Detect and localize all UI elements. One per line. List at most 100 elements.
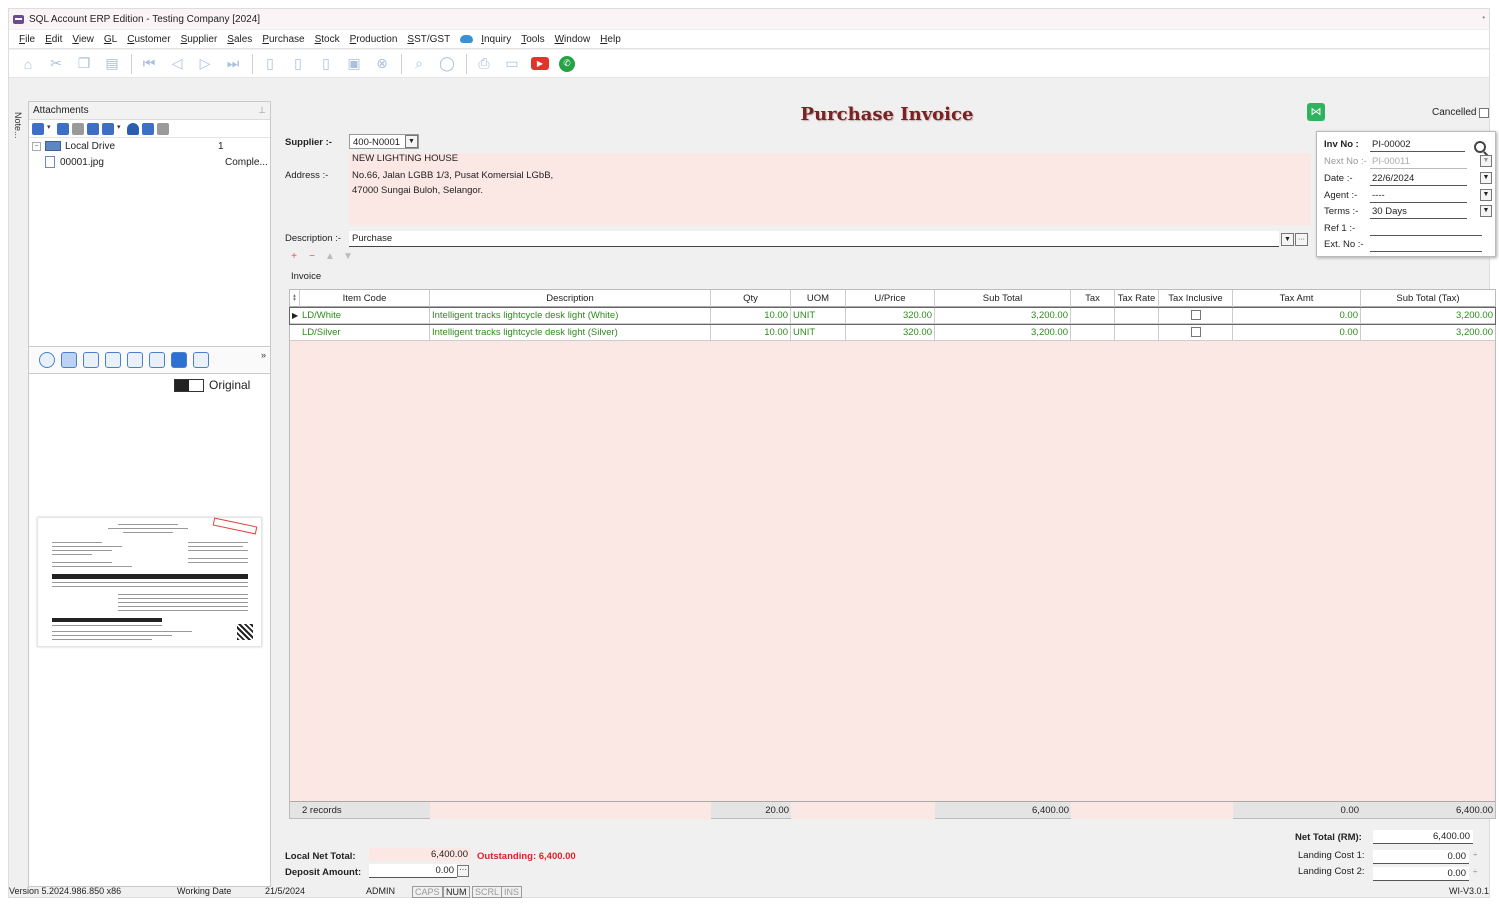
chevron-down-icon[interactable]: ▼ [1480, 172, 1492, 184]
cell-tax-rate[interactable] [1115, 308, 1159, 324]
menu-help[interactable]: Help [600, 34, 621, 45]
new-attachment-icon[interactable] [57, 122, 69, 135]
cell-qty[interactable]: 10.00 [711, 308, 791, 324]
preview-icon[interactable]: ▭ [503, 55, 521, 73]
chevron-down-icon[interactable]: ▼ [1480, 189, 1492, 201]
cell-sub-total[interactable]: 3,200.00 [935, 308, 1071, 324]
cell-tax-inclusive[interactable] [1159, 308, 1233, 324]
first-record-icon[interactable]: ⏮ [140, 55, 158, 73]
crop-icon[interactable] [83, 352, 99, 368]
cell-item-code[interactable]: LD/Silver [300, 325, 430, 341]
tree-row-local-drive[interactable]: − Local Drive 1 [29, 138, 270, 154]
prev-record-icon[interactable]: ◁ [168, 55, 186, 73]
youtube-icon[interactable]: ▶ [531, 57, 549, 70]
col-sub-total[interactable]: Sub Total [935, 290, 1071, 307]
cell-tax-amt[interactable]: 0.00 [1233, 325, 1361, 341]
ext-no-input[interactable] [1370, 238, 1482, 252]
search-icon[interactable] [1474, 141, 1486, 153]
next-record-icon[interactable]: ▷ [196, 55, 214, 73]
ellipsis-icon[interactable]: ··· [1295, 233, 1308, 246]
menu-tools[interactable]: Tools [521, 34, 544, 45]
menu-stock[interactable]: Stock [315, 34, 340, 45]
cell-item-code[interactable]: LD/White [300, 308, 430, 324]
menu-sales[interactable]: Sales [227, 34, 252, 45]
more-icon[interactable]: » [261, 350, 266, 360]
landing-cost-2-input[interactable]: 0.00 [1373, 867, 1469, 881]
edit-doc-icon[interactable]: ▯ [289, 55, 307, 73]
menu-inquiry[interactable]: Inquiry [481, 34, 511, 45]
attachment-preview[interactable] [37, 517, 262, 647]
col-tax-amt[interactable]: Tax Amt [1233, 290, 1361, 307]
new-doc-icon[interactable]: ▯ [261, 55, 279, 73]
cloud-upload-icon[interactable] [127, 122, 139, 135]
menu-view[interactable]: View [72, 34, 94, 45]
cell-tax-rate[interactable] [1115, 325, 1159, 341]
cell-uom[interactable]: UNIT [791, 325, 846, 341]
deposit-amount-input[interactable]: 0.00 [369, 864, 457, 878]
remove-row-icon[interactable]: − [305, 251, 319, 263]
move-up-icon[interactable]: ▲ [323, 251, 337, 263]
link-icon[interactable] [32, 122, 44, 135]
menu-window[interactable]: Window [555, 34, 591, 45]
table-row[interactable]: LD/Silver Intelligent tracks lightcycle … [290, 325, 1495, 341]
print-icon[interactable]: ⎙ [475, 55, 493, 73]
share-icon[interactable]: ⋈ [1307, 103, 1325, 121]
menu-purchase[interactable]: Purchase [262, 34, 304, 45]
tab-invoice[interactable]: Invoice [291, 271, 321, 282]
cell-uprice[interactable]: 320.00 [846, 325, 935, 341]
whatsapp-icon[interactable]: ✆ [559, 55, 575, 72]
date-input[interactable]: 22/6/2024 [1370, 172, 1467, 186]
rotate-icon[interactable] [127, 352, 143, 368]
menu-customer[interactable]: Customer [127, 34, 170, 45]
cell-tax[interactable] [1071, 308, 1115, 324]
delete-attachment-icon[interactable] [157, 122, 169, 135]
chevron-down-icon[interactable]: ▼ [1480, 155, 1492, 167]
menu-file[interactable]: File [19, 34, 35, 45]
agent-select[interactable]: ---- [1370, 189, 1467, 203]
chevron-down-icon[interactable]: ▾ [117, 123, 123, 135]
cell-uprice[interactable]: 320.00 [846, 308, 935, 324]
spin-icon[interactable]: ÷ [1473, 867, 1477, 876]
checkbox[interactable] [1479, 107, 1490, 118]
menu-production[interactable]: Production [350, 34, 398, 45]
delete-doc-icon[interactable]: ▯ [317, 55, 335, 73]
pin-icon[interactable]: ⊥ [258, 105, 266, 116]
chevron-down-icon[interactable]: ▼ [405, 135, 418, 148]
original-toggle[interactable]: Original [174, 378, 250, 392]
cell-sub-total-tax[interactable]: 3,200.00 [1361, 308, 1495, 324]
save-icon[interactable]: ▣ [345, 55, 363, 73]
cell-description[interactable]: Intelligent tracks lightcycle desk light… [430, 325, 711, 341]
menu-supplier[interactable]: Supplier [181, 34, 218, 45]
col-tax[interactable]: Tax [1071, 290, 1115, 307]
cell-description[interactable]: Intelligent tracks lightcycle desk light… [430, 308, 711, 324]
chevron-down-icon[interactable]: ▼ [1480, 205, 1492, 217]
refresh-icon[interactable]: ◯ [438, 55, 456, 73]
col-qty[interactable]: Qty [711, 290, 791, 307]
table-row[interactable]: ▶ LD/White Intelligent tracks lightcycle… [289, 307, 1496, 325]
cloud-icon[interactable] [460, 35, 474, 43]
cell-tax-amt[interactable]: 0.00 [1233, 308, 1361, 324]
flip-icon[interactable] [149, 352, 165, 368]
zoom-icon[interactable] [105, 352, 121, 368]
landing-cost-1-input[interactable]: 0.00 [1373, 850, 1469, 864]
ellipsis-icon[interactable]: ··· [457, 865, 469, 877]
menu-sst-gst[interactable]: SST/GST [407, 34, 450, 45]
cell-uom[interactable]: UNIT [791, 308, 846, 324]
menu-edit[interactable]: Edit [45, 34, 62, 45]
col-sub-total-tax[interactable]: Sub Total (Tax) [1361, 290, 1495, 307]
address-line-2[interactable]: 47000 Sungai Buloh, Selangor. [352, 185, 483, 196]
row-selector-header[interactable]: ‡ [290, 290, 300, 307]
note-side-tab[interactable]: Note... [9, 105, 23, 145]
export-icon[interactable] [193, 352, 209, 368]
cell-tax[interactable] [1071, 325, 1115, 341]
cell-sub-total[interactable]: 3,200.00 [935, 325, 1071, 341]
check-icon[interactable] [171, 352, 187, 368]
col-tax-rate[interactable]: Tax Rate [1115, 290, 1159, 307]
cancel-icon[interactable]: ⊗ [373, 55, 391, 73]
col-description[interactable]: Description [430, 290, 711, 307]
col-tax-inclusive[interactable]: Tax Inclusive [1159, 290, 1233, 307]
scan-icon[interactable] [142, 122, 154, 135]
cell-tax-inclusive[interactable] [1159, 325, 1233, 341]
chevron-down-icon[interactable]: ▾ [47, 123, 53, 135]
fit-page-icon[interactable] [61, 352, 77, 368]
